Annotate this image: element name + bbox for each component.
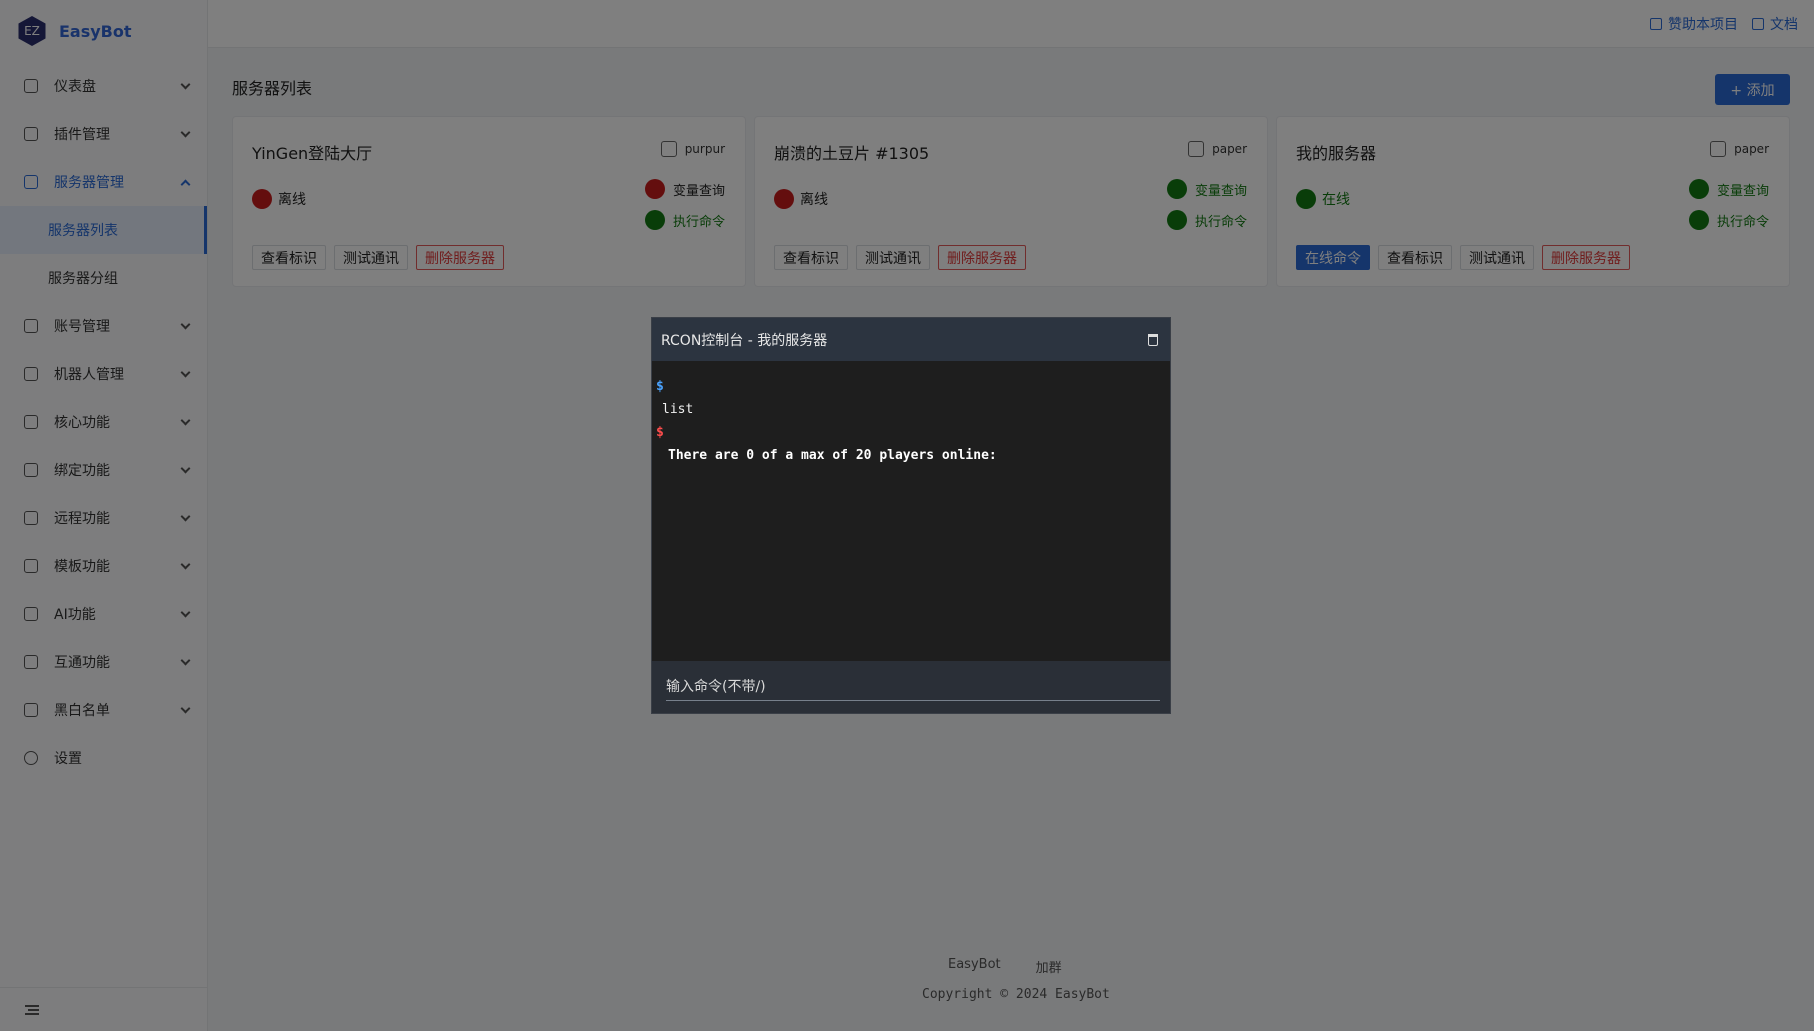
command-input[interactable] — [666, 673, 1160, 701]
console-prompt: $ — [656, 425, 664, 440]
console-prompt: $ — [656, 379, 664, 394]
modal-title: RCON控制台 - 我的服务器 — [661, 332, 828, 349]
console-command: list — [662, 402, 694, 417]
command-input-area — [652, 661, 1170, 713]
modal-header: RCON控制台 - 我的服务器 — [652, 318, 1170, 361]
trash-icon[interactable] — [1148, 333, 1158, 346]
console-response: There are 0 of a max of 20 players onlin… — [668, 448, 997, 463]
console-output: $ list $ There are 0 of a max of 20 play… — [652, 361, 1170, 663]
rcon-console-modal: RCON控制台 - 我的服务器 $ list $ There are 0 of … — [651, 317, 1171, 714]
